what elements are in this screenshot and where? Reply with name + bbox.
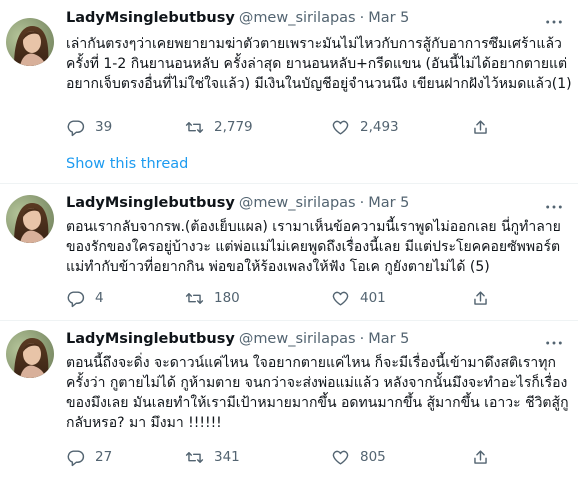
tweet-actions: 39 2,779 2,493 bbox=[66, 117, 506, 137]
show-thread-link[interactable]: Show this thread bbox=[66, 154, 188, 174]
like-count: 2,493 bbox=[360, 119, 399, 135]
more-icon[interactable] bbox=[544, 14, 564, 30]
divider bbox=[0, 183, 578, 184]
like-count: 805 bbox=[360, 449, 386, 465]
retweet-count: 2,779 bbox=[214, 119, 253, 135]
retweet-count: 341 bbox=[214, 449, 240, 465]
retweet-button[interactable]: 2,779 bbox=[185, 117, 253, 137]
like-button[interactable]: 2,493 bbox=[331, 117, 399, 137]
user-handle[interactable]: @mew_sirilapas bbox=[239, 10, 356, 26]
avatar[interactable] bbox=[6, 195, 54, 243]
heart-icon bbox=[332, 120, 349, 135]
divider bbox=[0, 320, 578, 321]
heart-icon bbox=[332, 291, 349, 306]
share-button[interactable] bbox=[471, 117, 490, 137]
tweet-header: LadyMsinglebutbusy @mew_sirilapas · Mar 5 bbox=[66, 193, 409, 213]
tweet-text: เล่ากันตรงๆว่าเคยพยายามฆ่าตัวตายเพราะมัน… bbox=[66, 36, 572, 92]
retweet-button[interactable]: 180 bbox=[185, 288, 240, 308]
share-icon bbox=[474, 290, 487, 305]
share-button[interactable] bbox=[471, 447, 490, 467]
tweet-actions: 27 341 805 bbox=[66, 447, 506, 467]
separator-dot: · bbox=[359, 331, 365, 347]
reply-count: 4 bbox=[95, 290, 104, 306]
more-icon[interactable] bbox=[544, 335, 564, 351]
tweet-text: ตอนนี้ถึงจะดิ่ง จะดาวน์แค่ไหน ใจอยากตายแ… bbox=[66, 355, 569, 431]
reply-icon bbox=[67, 119, 85, 136]
tweet-text: ตอนเรากลับจากรพ.(ต้องเย็บแผล) เรามาเห็นข… bbox=[66, 219, 561, 275]
reply-count: 39 bbox=[95, 119, 113, 135]
heart-icon bbox=[332, 450, 349, 465]
tweet-date[interactable]: Mar 5 bbox=[368, 10, 409, 26]
tweet-actions: 4 180 401 bbox=[66, 288, 506, 308]
retweet-button[interactable]: 341 bbox=[185, 447, 240, 467]
reply-button[interactable]: 39 bbox=[66, 117, 112, 137]
display-name[interactable]: LadyMsinglebutbusy bbox=[66, 195, 235, 211]
retweet-icon bbox=[185, 292, 204, 304]
retweet-icon bbox=[185, 121, 204, 133]
tweet-date[interactable]: Mar 5 bbox=[368, 331, 409, 347]
separator-dot: · bbox=[359, 10, 365, 26]
user-handle[interactable]: @mew_sirilapas bbox=[239, 331, 356, 347]
avatar[interactable] bbox=[6, 18, 54, 66]
share-icon bbox=[474, 449, 487, 464]
tweet-date[interactable]: Mar 5 bbox=[368, 195, 409, 211]
retweet-count: 180 bbox=[214, 290, 240, 306]
reply-icon bbox=[67, 290, 85, 307]
tweet-header: LadyMsinglebutbusy @mew_sirilapas · Mar 5 bbox=[66, 8, 409, 28]
user-handle[interactable]: @mew_sirilapas bbox=[239, 195, 356, 211]
like-count: 401 bbox=[360, 290, 386, 306]
reply-button[interactable]: 27 bbox=[66, 447, 112, 467]
share-icon bbox=[474, 119, 487, 134]
share-button[interactable] bbox=[471, 288, 490, 308]
tweet-header: LadyMsinglebutbusy @mew_sirilapas · Mar 5 bbox=[66, 329, 409, 349]
reply-count: 27 bbox=[95, 449, 113, 465]
separator-dot: · bbox=[359, 195, 365, 211]
more-icon[interactable] bbox=[544, 199, 564, 215]
reply-icon bbox=[67, 449, 85, 466]
like-button[interactable]: 401 bbox=[331, 288, 386, 308]
retweet-icon bbox=[185, 451, 204, 463]
avatar[interactable] bbox=[6, 330, 54, 378]
like-button[interactable]: 805 bbox=[331, 447, 386, 467]
display-name[interactable]: LadyMsinglebutbusy bbox=[66, 10, 235, 26]
display-name[interactable]: LadyMsinglebutbusy bbox=[66, 331, 235, 347]
reply-button[interactable]: 4 bbox=[66, 288, 104, 308]
